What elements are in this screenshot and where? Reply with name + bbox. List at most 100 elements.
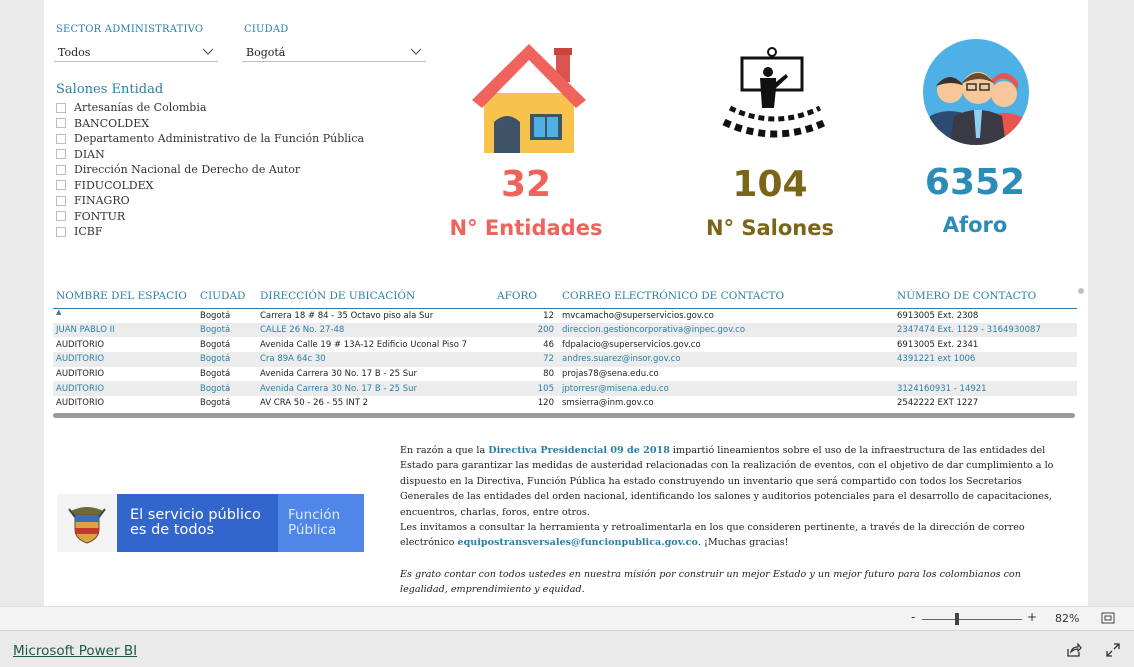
info-p2-end: . ¡Muchas gracias! [697, 537, 789, 549]
table-row[interactable]: AUDITORIO Bogotá Avenida Carrera 30 No. 17… [53, 381, 1077, 397]
chevron-down-icon [410, 48, 422, 55]
column-header-direccion[interactable]: DIRECCIÓN DE UBICACIÓN [257, 284, 493, 309]
zoom-out-button[interactable]: - [911, 610, 915, 624]
logo-right-line-2: Pública [288, 522, 337, 538]
entidades-value: 32 [500, 164, 552, 205]
people-group-icon [923, 39, 1029, 145]
slicer-item-label: FINAGRO [74, 194, 130, 208]
zoom-bar: - + 82% [0, 606, 1134, 630]
info-p1-intro: En razón a que la [400, 445, 489, 456]
fullscreen-icon[interactable] [1106, 643, 1120, 657]
cell-aforo: 80 [543, 369, 554, 380]
cell-ciudad: Bogotá [197, 322, 257, 338]
column-header-ciudad[interactable]: CIUDAD [197, 284, 257, 309]
table-row[interactable]: AUDITORIO Bogotá Avenida Calle 19 # 13A-12… [53, 337, 1077, 352]
checkbox[interactable] [56, 133, 66, 144]
cell-correo: mvcamacho@superservicios.gov.co [562, 310, 714, 321]
info-paragraph-1: En razón a que la Directiva Presidencial… [400, 443, 1070, 520]
cell-numero: 6913005 Ext. 2341 [897, 339, 979, 350]
sector-filter-label: SECTOR ADMINISTRATIVO [56, 24, 204, 35]
slicer-item[interactable]: Artesanías de Colombia [56, 100, 364, 116]
checkbox[interactable] [56, 180, 66, 191]
ciudad-dropdown[interactable]: Bogotá [242, 42, 426, 62]
checkbox[interactable] [56, 195, 66, 206]
slicer-item-label: BANCOLDEX [74, 116, 150, 130]
slicer-item[interactable]: FIDUCOLDEX [56, 178, 364, 194]
logo-line-2: es de todos [130, 522, 215, 538]
cell-nombre [53, 308, 197, 323]
slicer-item[interactable]: DIAN [56, 147, 364, 163]
checkbox[interactable] [56, 226, 66, 237]
slicer-item-label: FONTUR [74, 209, 126, 223]
ciudad-filter-label: CIUDAD [244, 24, 289, 35]
cell-ciudad: Bogotá [197, 381, 257, 397]
slicer-item-label: Departamento Administrativo de la Funció… [74, 132, 365, 146]
cell-numero [894, 367, 1077, 382]
sort-ascending-icon[interactable]: ▲ [56, 308, 61, 316]
table-row[interactable]: JUAN PABLO II Bogotá CALLE 26 No. 27-48 200… [53, 322, 1077, 338]
slicer-item[interactable]: Dirección Nacional de Derecho de Autor [56, 162, 364, 178]
sector-dropdown[interactable]: Todos [54, 42, 218, 62]
cell-aforo: 105 [493, 381, 559, 397]
checkbox[interactable] [56, 102, 66, 113]
cell-direccion: CALLE 26 No. 27-48 [257, 322, 493, 338]
cell-correo: andres.suarez@insor.gov.co [559, 352, 894, 367]
cell-ciudad: Bogotá [197, 352, 257, 367]
slicer-item-label: Dirección Nacional de Derecho de Autor [74, 163, 301, 177]
slicer-item[interactable]: ICBF [56, 224, 364, 240]
cell-correo: direccion.gestioncorporativa@inpec.gov.c… [559, 322, 894, 338]
checkbox[interactable] [56, 211, 66, 222]
directiva-reference: Directiva Presidencial 09 de 2018 [488, 445, 670, 456]
cell-ciudad: Bogotá [200, 398, 231, 409]
zoom-slider-track[interactable] [922, 619, 1022, 620]
salones-value: 104 [732, 164, 808, 205]
vertical-scrollbar[interactable] [1078, 288, 1084, 294]
cell-correo: smsierra@inm.gov.co [562, 398, 654, 409]
column-header-nombre[interactable]: NOMBRE DEL ESPACIO [53, 284, 197, 309]
column-header-aforo[interactable]: AFORO [493, 284, 559, 309]
sector-dropdown-value: Todos [58, 46, 91, 59]
power-bi-link[interactable]: Microsoft Power BI [13, 643, 137, 659]
slicer-item[interactable]: FINAGRO [56, 193, 364, 209]
checkbox[interactable] [56, 118, 66, 129]
logo-funcion-publica: Función Pública [278, 494, 364, 552]
aforo-value: 6352 [924, 162, 1026, 203]
info-paragraph-3: Es grato contar con todos ustedes en nue… [400, 569, 1021, 596]
slicer-item[interactable]: FONTUR [56, 209, 364, 225]
funcion-publica-logo: El servicio público es de todos Función … [57, 494, 364, 552]
table-row[interactable]: AUDITORIO Bogotá Avenida Carrera 30 No. 17… [53, 367, 1077, 382]
horizontal-scrollbar[interactable] [53, 413, 1075, 418]
salones-label: N° Salones [706, 216, 834, 240]
fit-to-page-icon[interactable] [1101, 612, 1115, 624]
cell-nombre: AUDITORIO [53, 381, 197, 397]
logo-right-line-1: Función [288, 507, 341, 523]
slicer-item-label: ICBF [74, 225, 103, 239]
cell-numero: 6913005 Ext. 2308 [897, 310, 979, 321]
table-row[interactable]: AUDITORIO Bogotá AV CRA 50 - 26 - 55 INT 2… [53, 396, 1077, 411]
cell-direccion: Avenida Calle 19 # 13A-12 Edificio Ucona… [260, 339, 468, 350]
checkbox[interactable] [56, 164, 66, 175]
cell-numero: 3124160931 - 14921 [894, 381, 1077, 397]
zoom-in-button[interactable]: + [1027, 610, 1037, 624]
slicer-item[interactable]: BANCOLDEX [56, 116, 364, 132]
slicer-list: Artesanías de Colombia BANCOLDEX Departame… [56, 100, 364, 240]
logo-line-1: El servicio público [130, 507, 261, 523]
cell-correo: fdpalacio@superservicios.gov.co [562, 339, 701, 350]
colombia-coat-of-arms-icon [57, 494, 117, 552]
cell-nombre: AUDITORIO [56, 398, 105, 409]
column-header-correo[interactable]: CORREO ELECTRÓNICO DE CONTACTO [559, 284, 894, 309]
table-header-row: NOMBRE DEL ESPACIO CIUDAD DIRECCIÓN DE U… [53, 284, 1077, 309]
zoom-level: 82% [1055, 612, 1080, 625]
slicer-item[interactable]: Departamento Administrativo de la Funció… [56, 131, 364, 147]
share-icon[interactable] [1066, 643, 1082, 657]
table-row[interactable]: Bogotá Carrera 18 # 84 - 35 Octavo piso a… [53, 308, 1077, 323]
cell-ciudad: Bogotá [200, 310, 231, 321]
checkbox[interactable] [56, 149, 66, 160]
power-bi-footer: Microsoft Power BI [0, 630, 1134, 667]
table-row[interactable]: AUDITORIO Bogotá Cra 89A 64c 30 72 andres.su… [53, 352, 1077, 367]
cell-nombre: AUDITORIO [56, 369, 105, 380]
zoom-slider-thumb[interactable] [955, 613, 959, 625]
column-header-numero[interactable]: NÚMERO DE CONTACTO [894, 284, 1077, 309]
spaces-table: NOMBRE DEL ESPACIO CIUDAD DIRECCIÓN DE U… [53, 284, 1077, 411]
presentation-audience-icon [722, 47, 828, 138]
